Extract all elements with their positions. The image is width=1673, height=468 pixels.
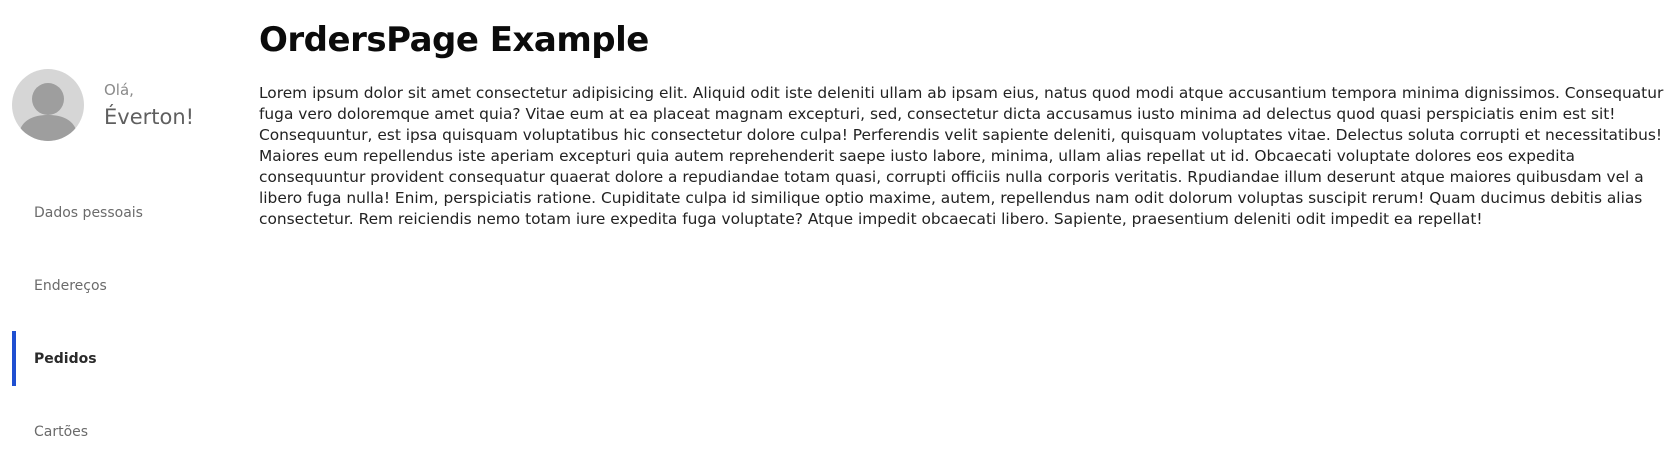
sidebar: Olá, Éverton! Dados pessoais Endereços P…	[0, 0, 230, 460]
sidebar-item-label: Cartões	[34, 423, 89, 440]
page-title: OrdersPage Example	[259, 20, 649, 60]
sidebar-item-pedidos[interactable]: Pedidos	[0, 322, 230, 395]
sidebar-item-dados-pessoais[interactable]: Dados pessoais	[0, 176, 230, 249]
sidebar-item-cartoes[interactable]: Cartões	[0, 395, 230, 468]
main-content: OrdersPage Example Lorem ipsum dolor sit…	[259, 18, 1663, 230]
sidebar-item-label: Endereços	[34, 277, 107, 294]
sidebar-item-label: Dados pessoais	[34, 204, 143, 221]
sidebar-item-enderecos[interactable]: Endereços	[0, 249, 230, 322]
page-body-text: Lorem ipsum dolor sit amet consectetur a…	[259, 84, 1664, 228]
greeting-label: Olá,	[104, 81, 134, 99]
sidebar-item-label: Pedidos	[34, 350, 97, 367]
profile-summary: Olá, Éverton!	[12, 69, 194, 141]
user-avatar-icon	[12, 69, 84, 141]
account-nav: Dados pessoais Endereços Pedidos Cartões	[0, 176, 230, 468]
greeting: Olá, Éverton!	[104, 81, 194, 129]
user-name: Éverton!	[104, 105, 195, 129]
